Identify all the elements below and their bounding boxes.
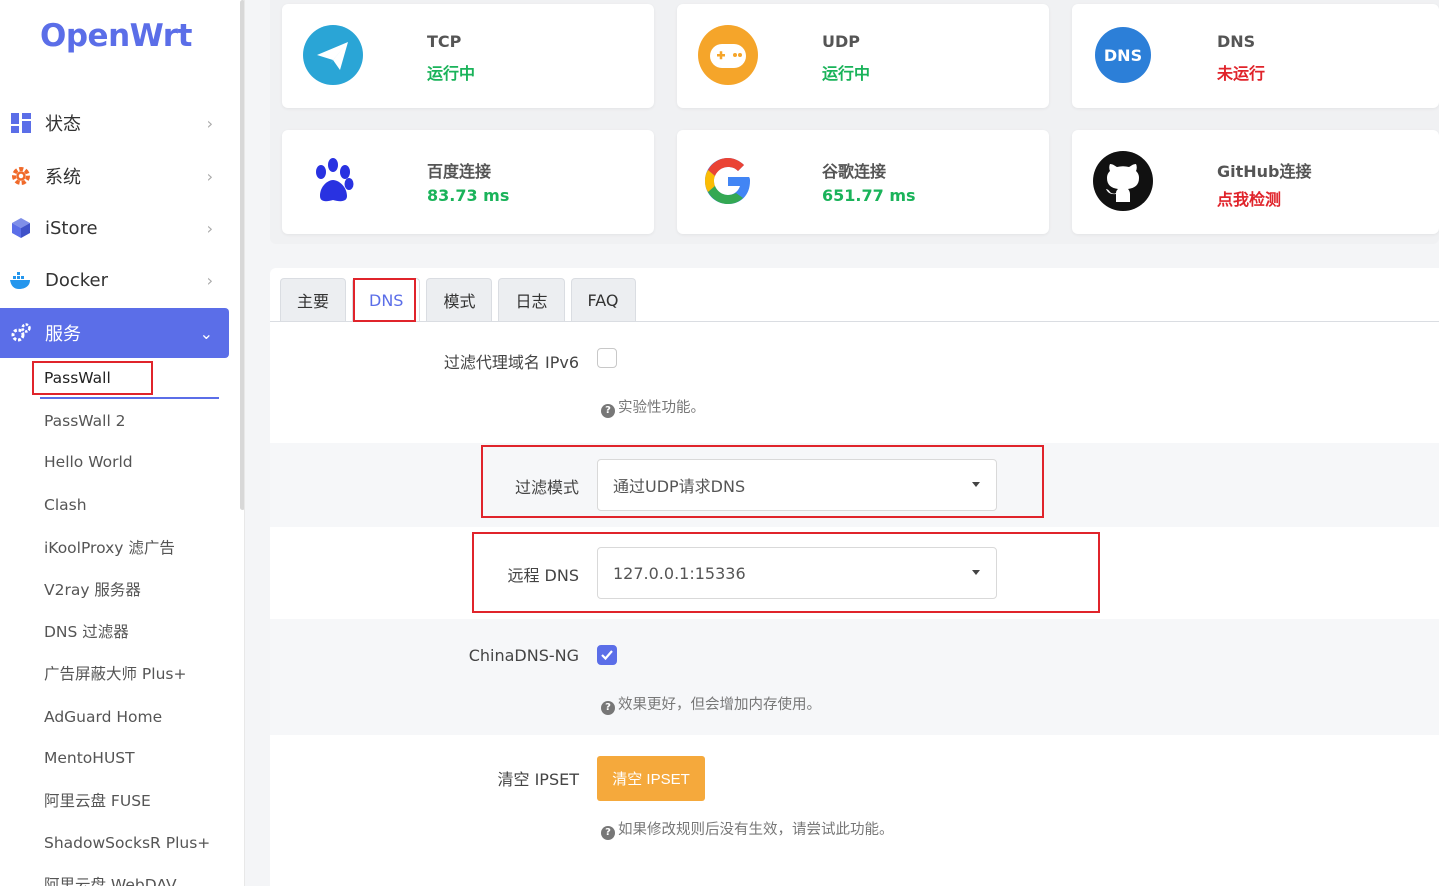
form-row-ipv6: 过滤代理域名 IPv6 ? 实验性功能。 (270, 324, 1439, 442)
caret-down-icon (972, 482, 980, 487)
status-card-tcp: TCP 运行中 (282, 4, 654, 108)
chevron-down-icon: ⌄ (199, 323, 213, 343)
gear-icon (9, 164, 33, 188)
checkmark-icon (601, 650, 613, 661)
status-card-udp: UDP 运行中 (677, 4, 1049, 108)
sidebar-item-label: 系统 (45, 167, 81, 188)
filter-mode-select[interactable]: 通过UDP请求DNS (597, 459, 997, 511)
remote-dns-label: 远程 DNS (507, 566, 579, 585)
main-area: TCP 运行中 UDP 运行中 DNS DNS 未运行 百度连接 83.73 m… (270, 0, 1439, 886)
sidebar-subitem-dns-filter[interactable]: DNS 过滤器 (44, 620, 129, 644)
status-card-baidu: 百度连接 83.73 ms (282, 130, 654, 234)
sidebar-item-istore[interactable]: iStore › (0, 203, 229, 253)
remote-dns-select[interactable]: 127.0.0.1:15336 (597, 547, 997, 599)
card-status: 运行中 (822, 64, 871, 83)
form-row-clear-ipset: 清空 IPSET 清空 IPSET ? 如果修改规则后没有生效，请尝试此功能。 (270, 735, 1439, 886)
sidebar-subitem-adguard[interactable]: AdGuard Home (44, 705, 162, 729)
tab-mode[interactable]: 模式 (426, 278, 493, 321)
clear-ipset-button[interactable]: 清空 IPSET (597, 756, 705, 801)
sidebar-subitem-aliyun-webdav[interactable]: 阿里云盘 WebDAV (44, 873, 177, 886)
settings-tabs: 主要 DNS 模式 日志 FAQ (280, 278, 642, 321)
sidebar-subitem-passwall[interactable]: PassWall (44, 366, 111, 390)
sidebar-item-label: 状态 (45, 114, 81, 135)
tab-main[interactable]: 主要 (280, 278, 347, 321)
tab-faq[interactable]: FAQ (570, 278, 636, 321)
tab-divider (270, 321, 1439, 322)
tab-log[interactable]: 日志 (498, 278, 565, 321)
sidebar-item-label: Docker (45, 269, 109, 291)
sidebar-subitem-adblock-plus[interactable]: 广告屏蔽大师 Plus+ (44, 662, 186, 686)
paper-plane-icon (302, 24, 364, 86)
docker-icon (9, 268, 33, 292)
sidebar-subitem-aliyun-fuse[interactable]: 阿里云盘 FUSE (44, 789, 151, 813)
openwrt-logo[interactable]: OpenWrt (40, 18, 192, 54)
chevron-right-icon: › (206, 166, 213, 186)
card-status: 未运行 (1217, 64, 1266, 83)
filter-mode-value: 通过UDP请求DNS (613, 477, 746, 496)
form-row-remote-dns: 远程 DNS 127.0.0.1:15336 (270, 527, 1439, 619)
help-icon: ? (601, 826, 615, 840)
sidebar-item-system[interactable]: 系统 › (0, 151, 229, 201)
clear-ipset-label: 清空 IPSET (497, 770, 580, 789)
sidebar-item-status[interactable]: 状态 › (0, 98, 229, 148)
google-icon (697, 150, 759, 212)
status-panel: TCP 运行中 UDP 运行中 DNS DNS 未运行 百度连接 83.73 m… (270, 0, 1439, 244)
card-title: 百度连接 (427, 162, 492, 181)
chevron-right-icon: › (206, 218, 213, 238)
cogs-icon (9, 321, 33, 345)
sidebar-item-label: 服务 (45, 324, 81, 345)
clear-ipset-hint: ? 如果修改规则后没有生效，请尝试此功能。 (601, 818, 894, 840)
help-icon: ? (601, 701, 615, 715)
ipv6-filter-checkbox[interactable] (597, 348, 617, 368)
dns-icon: DNS (1092, 24, 1154, 86)
chinadns-hint: ? 效果更好，但会增加内存使用。 (601, 693, 821, 715)
github-icon (1092, 150, 1154, 212)
sidebar-scrollbar[interactable] (240, 0, 244, 510)
form-row-chinadns: ChinaDNS-NG ? 效果更好，但会增加内存使用。 (270, 619, 1439, 735)
sidebar-subitem-v2ray[interactable]: V2ray 服务器 (44, 578, 141, 602)
chevron-right-icon: › (206, 270, 213, 290)
settings-panel: 主要 DNS 模式 日志 FAQ 过滤代理域名 IPv6 ? 实验性功能。 过滤模… (270, 268, 1439, 886)
card-status: 运行中 (427, 64, 476, 83)
remote-dns-value: 127.0.0.1:15336 (613, 563, 746, 583)
sidebar-item-docker[interactable]: Docker › (0, 255, 229, 305)
help-icon: ? (601, 404, 615, 418)
sidebar-subitem-ikoolproxy[interactable]: iKoolProxy 滤广告 (44, 536, 175, 560)
status-card-dns: DNS DNS 未运行 (1072, 4, 1439, 108)
active-subitem-indicator (40, 397, 219, 399)
card-title: TCP (427, 32, 462, 51)
card-latency: 83.73 ms (427, 186, 510, 205)
cube-icon (9, 216, 33, 240)
card-title: UDP (822, 32, 860, 51)
dashboard-icon (9, 111, 33, 135)
sidebar-subitem-helloworld[interactable]: Hello World (44, 450, 133, 474)
gamepad-icon (697, 24, 759, 86)
sidebar-subitem-ssr-plus[interactable]: ShadowSocksR Plus+ (44, 831, 210, 855)
sidebar-item-label: iStore (45, 217, 98, 239)
sidebar-subitem-mentohust[interactable]: MentoHUST (44, 746, 135, 770)
card-latency: 651.77 ms (822, 186, 916, 205)
sidebar: OpenWrt 状态 › 系统 › iStore › Docker › 服务 ⌄ (0, 0, 245, 886)
status-card-google: 谷歌连接 651.77 ms (677, 130, 1049, 234)
sidebar-subitem-passwall2[interactable]: PassWall 2 (44, 409, 126, 433)
chevron-right-icon: › (206, 113, 213, 133)
status-card-github: GitHub连接 点我检测 (1072, 130, 1439, 234)
caret-down-icon (972, 570, 980, 575)
card-title: 谷歌连接 (822, 162, 887, 181)
baidu-paw-icon (302, 150, 364, 212)
dns-icon-text: DNS (1104, 46, 1142, 65)
card-title: GitHub连接 (1217, 162, 1312, 181)
sidebar-item-services[interactable]: 服务 ⌄ (0, 308, 229, 358)
sidebar-subitem-clash[interactable]: Clash (44, 493, 87, 517)
filter-mode-label: 过滤模式 (514, 478, 579, 497)
chinadns-label: ChinaDNS-NG (468, 646, 579, 665)
github-check-link[interactable]: 点我检测 (1217, 186, 1281, 210)
chinadns-checkbox[interactable] (597, 645, 617, 665)
tab-dns[interactable]: DNS (352, 278, 421, 321)
ipv6-filter-hint: ? 实验性功能。 (601, 396, 705, 418)
card-title: DNS (1217, 32, 1256, 51)
form-row-filter-mode: 过滤模式 通过UDP请求DNS (270, 443, 1439, 527)
ipv6-filter-label: 过滤代理域名 IPv6 (443, 353, 579, 372)
